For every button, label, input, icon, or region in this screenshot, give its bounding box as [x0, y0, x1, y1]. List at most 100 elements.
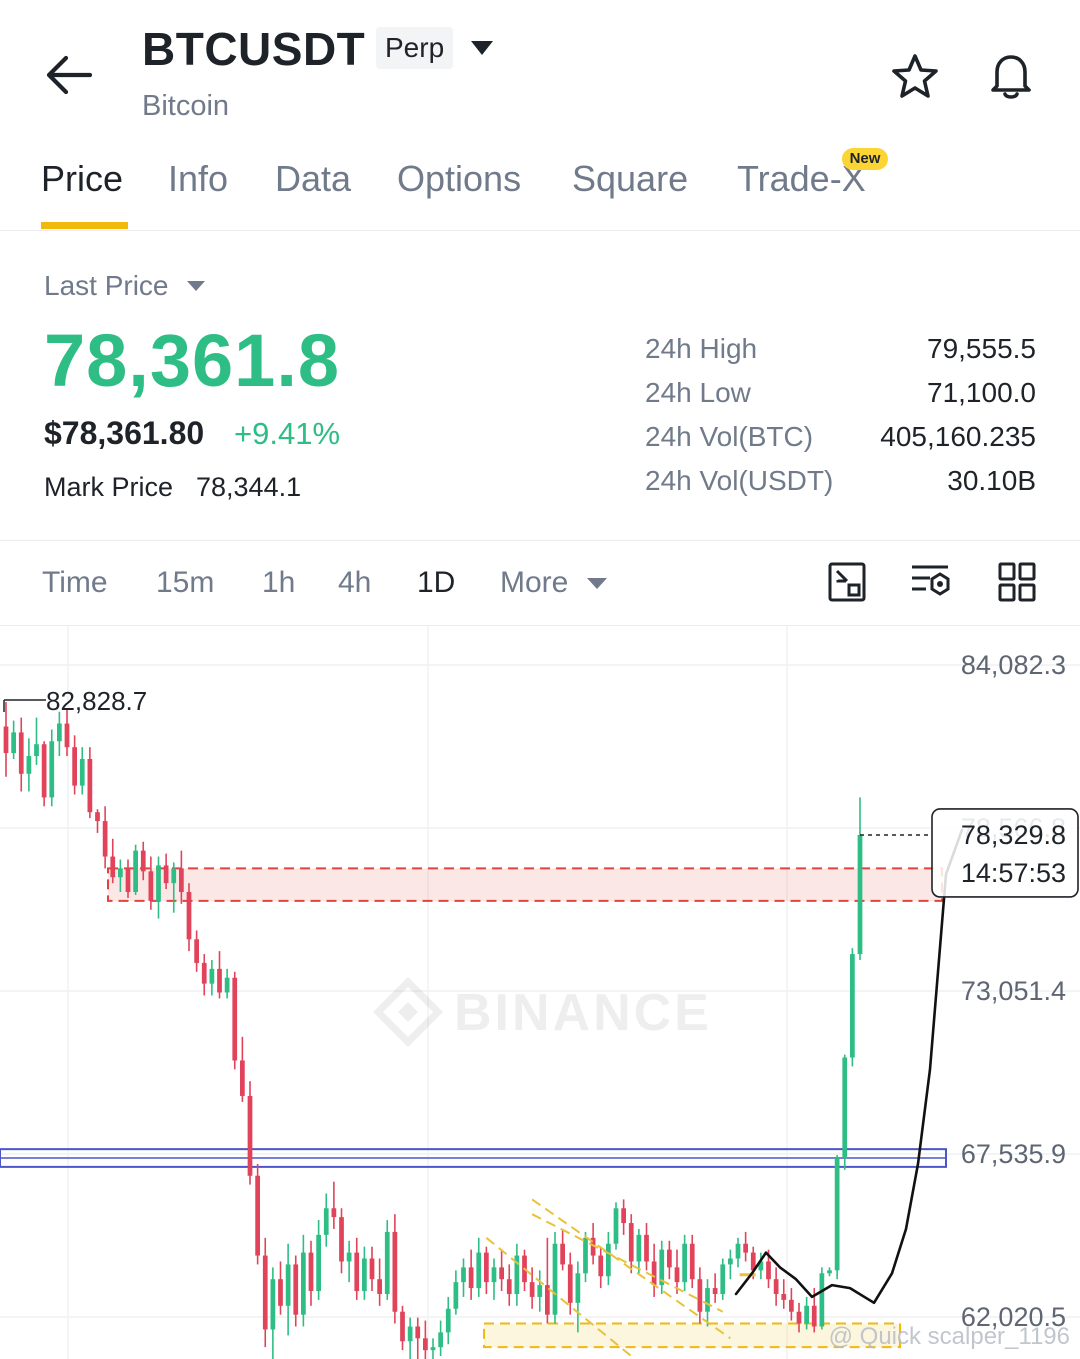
candle: [720, 1258, 726, 1300]
candle: [850, 948, 855, 1067]
candle: [102, 806, 108, 869]
candle: [689, 1234, 695, 1289]
price-chart[interactable]: BINANCE 84,082.378,566.873,051.467,535.9…: [0, 626, 1080, 1359]
candle: [293, 1255, 299, 1327]
candle: [308, 1240, 314, 1306]
candle: [87, 747, 93, 819]
candle: [636, 1228, 642, 1274]
candle: [537, 1270, 543, 1312]
candle-body: [728, 1258, 733, 1265]
y-tick-label-2: 73,051.4: [961, 976, 1066, 1006]
interval-time[interactable]: Time: [42, 566, 108, 600]
new-badge: New: [842, 148, 888, 170]
candle: [415, 1317, 421, 1359]
back-arrow-icon[interactable]: [44, 52, 94, 98]
candle-body: [735, 1243, 741, 1259]
candle: [560, 1228, 565, 1271]
candle: [743, 1231, 748, 1262]
candle-body: [857, 834, 863, 955]
candle-body: [171, 868, 177, 884]
candle-body: [842, 1057, 848, 1159]
candle-body: [179, 868, 184, 893]
candle-body: [285, 1264, 291, 1306]
chevron-down-icon[interactable]: [186, 280, 206, 292]
active-tab-indicator: [41, 222, 128, 229]
candle-body: [491, 1267, 497, 1283]
candle-body: [384, 1231, 390, 1294]
tab-options[interactable]: Options: [397, 158, 521, 200]
star-icon[interactable]: [890, 52, 940, 102]
interval-4h[interactable]: 4h: [338, 566, 371, 600]
candle: [72, 735, 77, 795]
stat-label-24h-low: 24h Low: [645, 377, 751, 408]
tab-square[interactable]: Square: [572, 158, 688, 200]
candle: [346, 1240, 352, 1283]
candle-body: [636, 1234, 642, 1262]
watermark-text: BINANCE: [454, 984, 712, 1042]
candle: [476, 1237, 482, 1297]
candle: [217, 951, 222, 999]
tab-info[interactable]: Info: [168, 158, 228, 200]
candle: [232, 971, 238, 1070]
candle-body: [26, 756, 32, 774]
candle: [468, 1249, 474, 1300]
candle: [842, 1054, 848, 1170]
candle: [453, 1270, 459, 1315]
candle: [156, 856, 161, 919]
candle-body: [766, 1261, 771, 1280]
candle-body: [217, 968, 222, 993]
credit-watermark: @ Quick scalper_1196: [829, 1323, 1070, 1350]
stat-label-24h-high: 24h High: [645, 333, 758, 364]
chart-expand-icon[interactable]: [828, 562, 866, 602]
candle-body: [705, 1288, 710, 1312]
candle: [247, 1081, 253, 1185]
candle-body: [64, 723, 70, 748]
stat-value-24h-low: 71,100.0: [927, 377, 1036, 408]
interval-1h[interactable]: 1h: [262, 566, 295, 600]
candle: [354, 1237, 360, 1300]
candle-body: [72, 747, 77, 786]
mark-price-label: Mark Price: [44, 472, 174, 502]
bell-icon[interactable]: [984, 48, 1038, 102]
candle-body: [560, 1243, 565, 1265]
interval-15m[interactable]: 15m: [156, 566, 214, 600]
candle-body: [804, 1305, 809, 1324]
tab-data[interactable]: Data: [275, 158, 351, 200]
candle: [567, 1252, 573, 1315]
current-price-label: 78,329.8: [961, 820, 1066, 850]
candle-body: [362, 1258, 367, 1292]
indicator-settings-icon[interactable]: [910, 562, 952, 600]
candle-body: [423, 1338, 428, 1351]
candle: [651, 1243, 657, 1297]
candle-body: [819, 1273, 825, 1327]
candle-body: [674, 1267, 680, 1283]
interval-1d[interactable]: 1D: [417, 566, 455, 600]
candle: [857, 797, 863, 960]
chevron-down-icon[interactable]: [470, 40, 494, 56]
candle-body: [369, 1258, 375, 1280]
grid-layout-icon[interactable]: [998, 562, 1036, 602]
last-price-label[interactable]: Last Price: [44, 270, 169, 302]
stat-label-24h-vol-usdt: 24h Vol(USDT): [645, 465, 834, 496]
candle: [270, 1267, 276, 1359]
tab-price[interactable]: Price: [41, 158, 123, 200]
candle: [240, 1036, 245, 1102]
candle-body: [667, 1249, 672, 1268]
candle-body: [720, 1264, 726, 1294]
candle-body: [148, 871, 154, 901]
candle-body: [697, 1279, 703, 1312]
candle-body: [323, 1208, 329, 1235]
candle-countdown-label: 14:57:53: [961, 858, 1066, 888]
candles: [3, 702, 863, 1359]
candle-body: [644, 1234, 649, 1262]
chevron-down-icon[interactable]: [586, 577, 608, 590]
candle: [712, 1273, 718, 1303]
candle-body: [255, 1175, 260, 1256]
candle-body: [133, 850, 138, 893]
candle: [49, 729, 55, 807]
candle: [262, 1237, 268, 1348]
candle-body: [49, 741, 55, 798]
candle: [781, 1279, 787, 1309]
interval-more[interactable]: More: [500, 566, 568, 600]
candle-body: [354, 1252, 360, 1292]
